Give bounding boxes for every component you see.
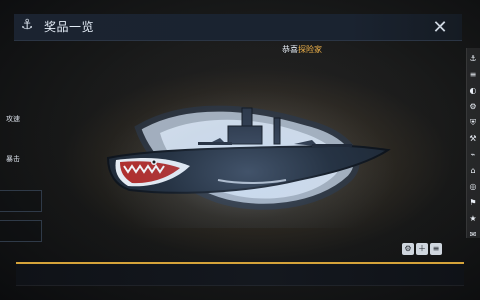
map-icon[interactable]: ⌂ [468,166,478,176]
congrats-text: 恭喜探险家 [282,44,322,55]
menu-icon[interactable]: ≡ [430,243,442,255]
stat-label-speed: 攻速 [6,115,20,123]
gear-icon[interactable]: ⚙ [468,102,478,112]
ship-artwork [98,88,398,228]
anchor-icon: ⚓ [20,17,34,33]
left-slot-2[interactable] [0,220,42,242]
stat-label-crit: 暴击 [6,155,20,163]
game-window: ⚓ 奖品一览 ✕ 恭喜探险家 攻速 暴击 ⚓ ≡ ◐ ⚙ ⛨ ⚒ ⌁ ⌂ ◎ ⚑… [0,0,480,300]
flag-icon[interactable]: ⚑ [468,198,478,208]
bottom-bar [16,262,464,286]
settings-icon[interactable]: ⚙ [402,243,414,255]
shield-icon[interactable]: ⛨ [468,118,478,128]
tag-icon[interactable]: ⌁ [468,150,478,160]
wrench-icon[interactable]: ⚒ [468,134,478,144]
left-slot-1[interactable] [0,190,42,212]
window-title: 奖品一览 [44,20,95,34]
chat-icon[interactable]: ✉ [468,230,478,240]
ship-glow [98,88,398,228]
list-icon[interactable]: ≡ [468,70,478,80]
circle-icon[interactable]: ◐ [468,86,478,96]
star-icon[interactable]: ★ [468,214,478,224]
close-icon[interactable]: ✕ [428,16,452,40]
congrats-prefix: 恭喜 [282,45,298,54]
anchor-icon[interactable]: ⚓ [468,54,478,64]
add-icon[interactable]: ＋ [416,243,428,255]
target-icon[interactable]: ◎ [468,182,478,192]
congrats-highlight: 探险家 [298,45,322,54]
